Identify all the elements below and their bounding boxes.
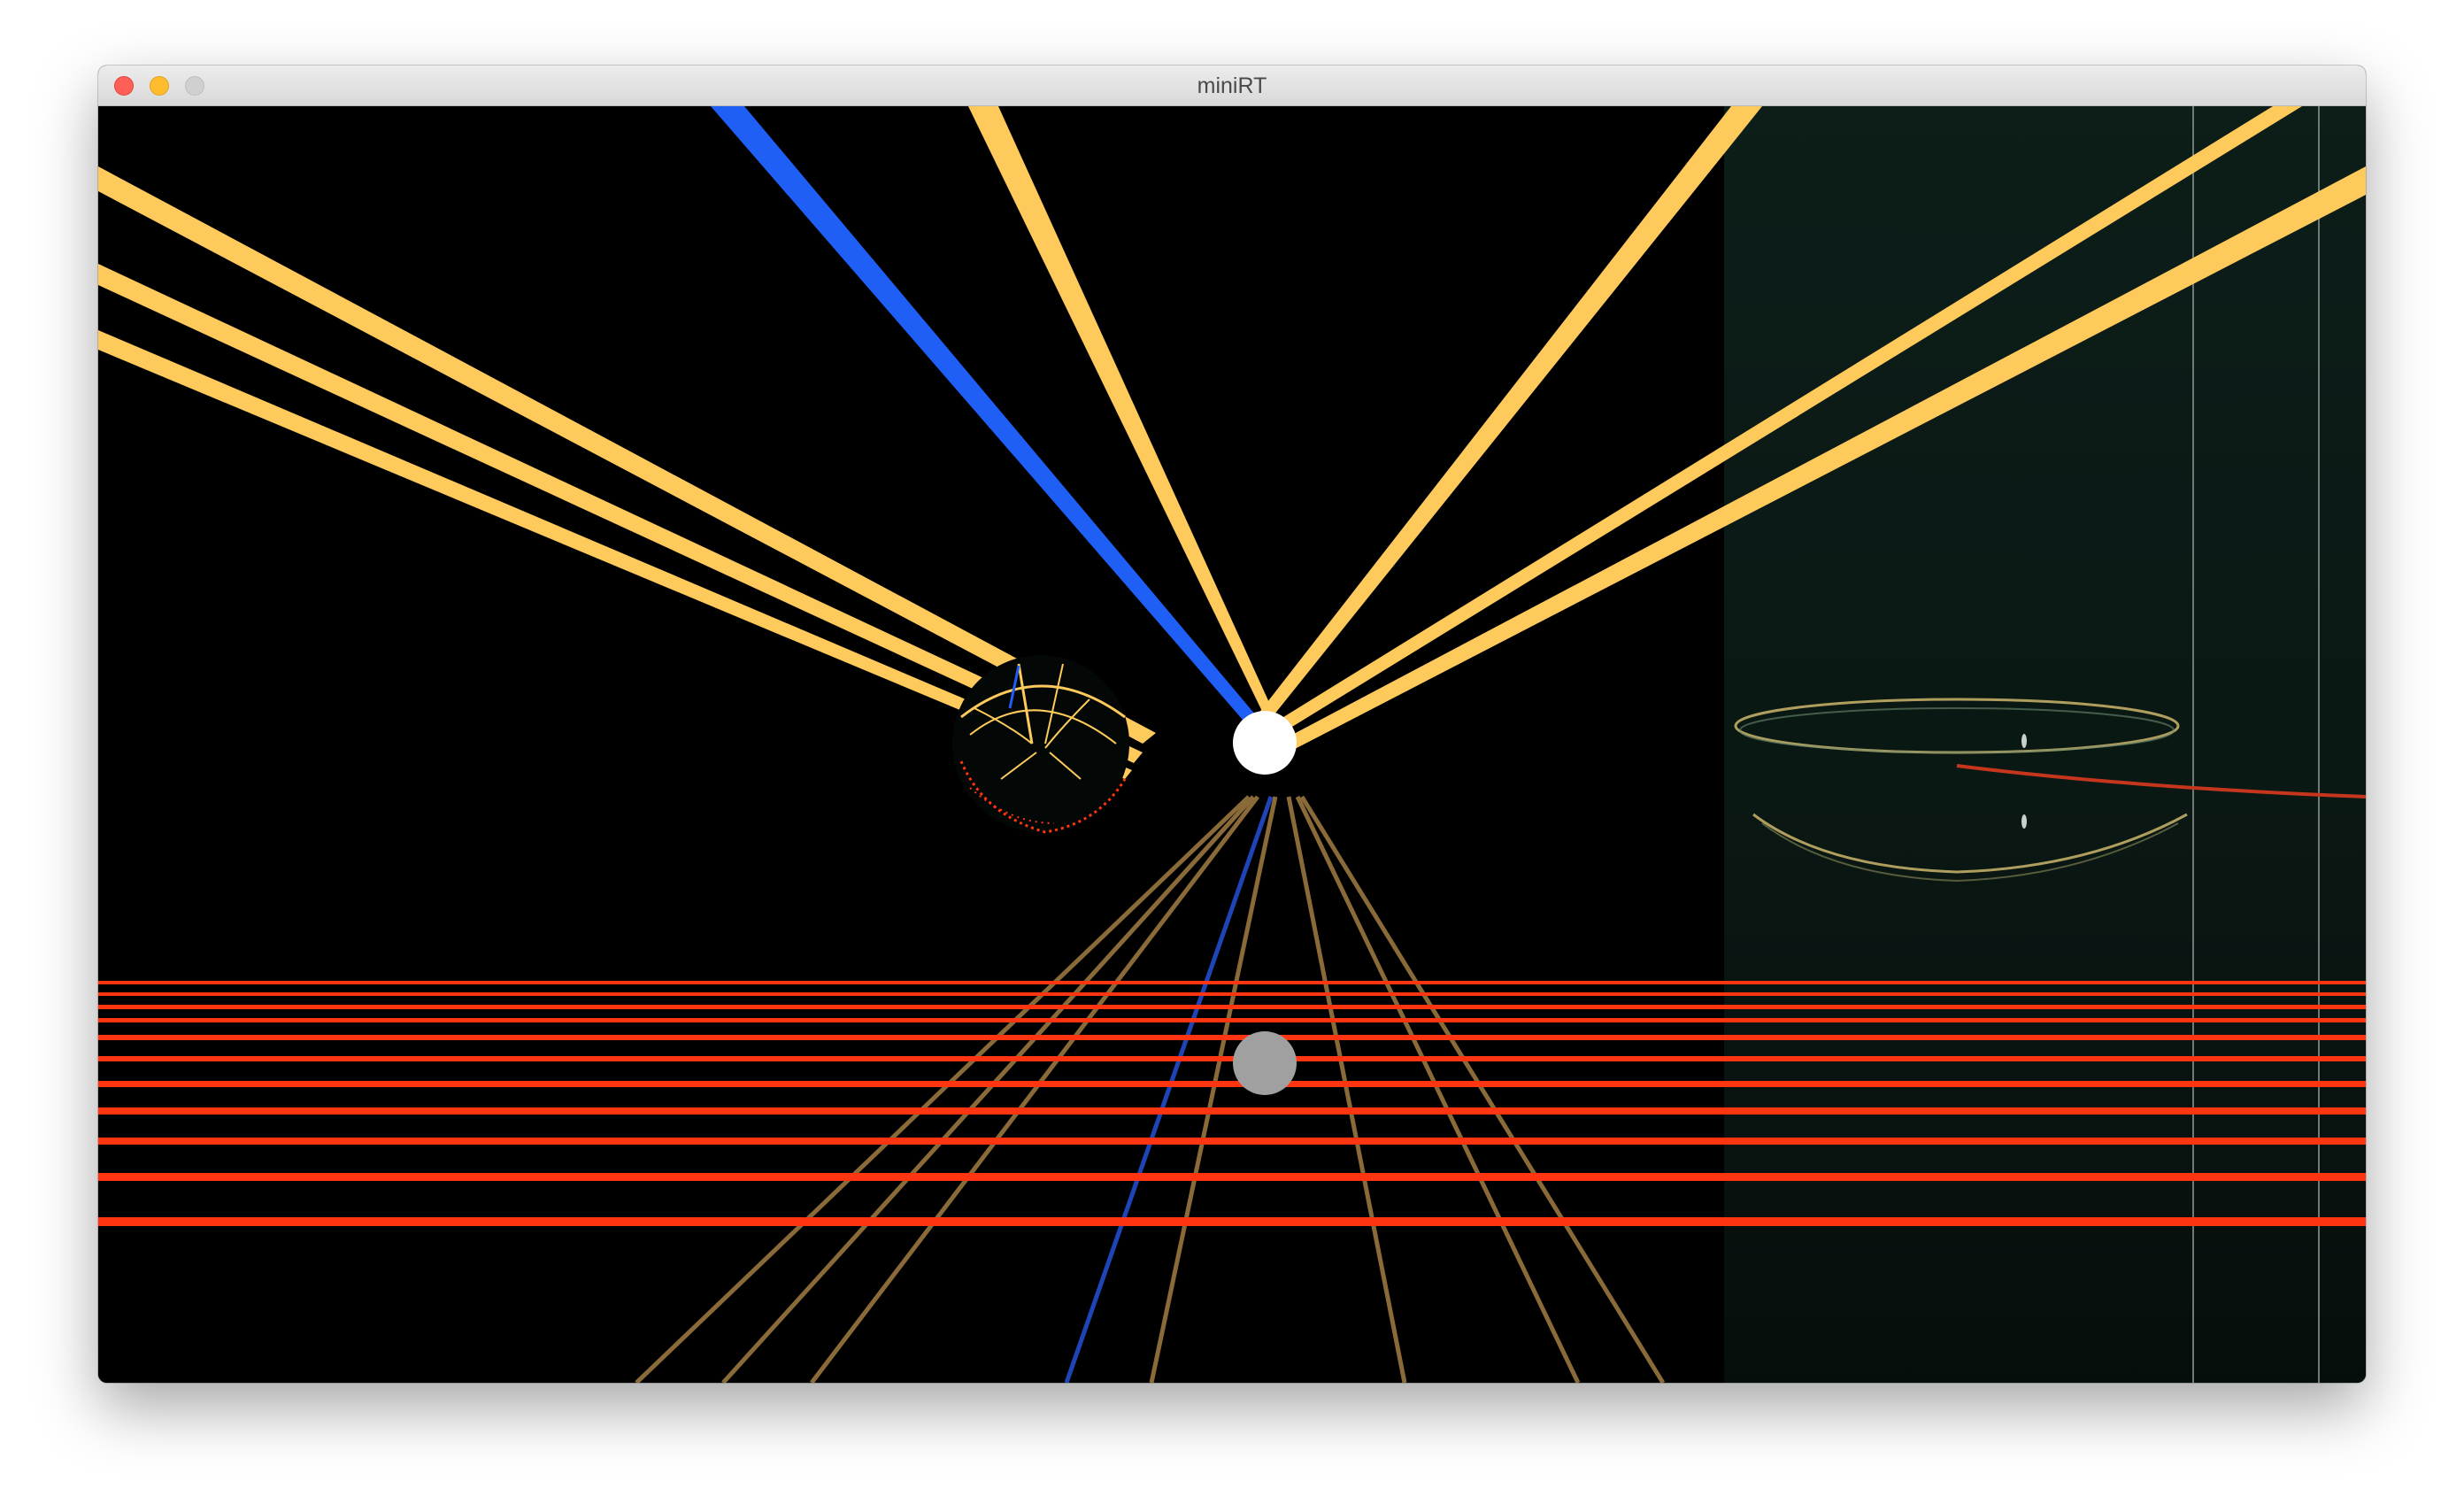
light-source (1233, 711, 1297, 775)
translucent-panel (1724, 106, 2366, 1383)
light-reflection (1233, 1031, 1297, 1095)
app-window: miniRT (98, 66, 2366, 1383)
glass-sphere (952, 655, 1129, 834)
title-bar[interactable]: miniRT (98, 66, 2366, 106)
render-viewport (98, 106, 2366, 1383)
window-title: miniRT (1197, 73, 1267, 98)
render-canvas (98, 106, 2366, 1383)
